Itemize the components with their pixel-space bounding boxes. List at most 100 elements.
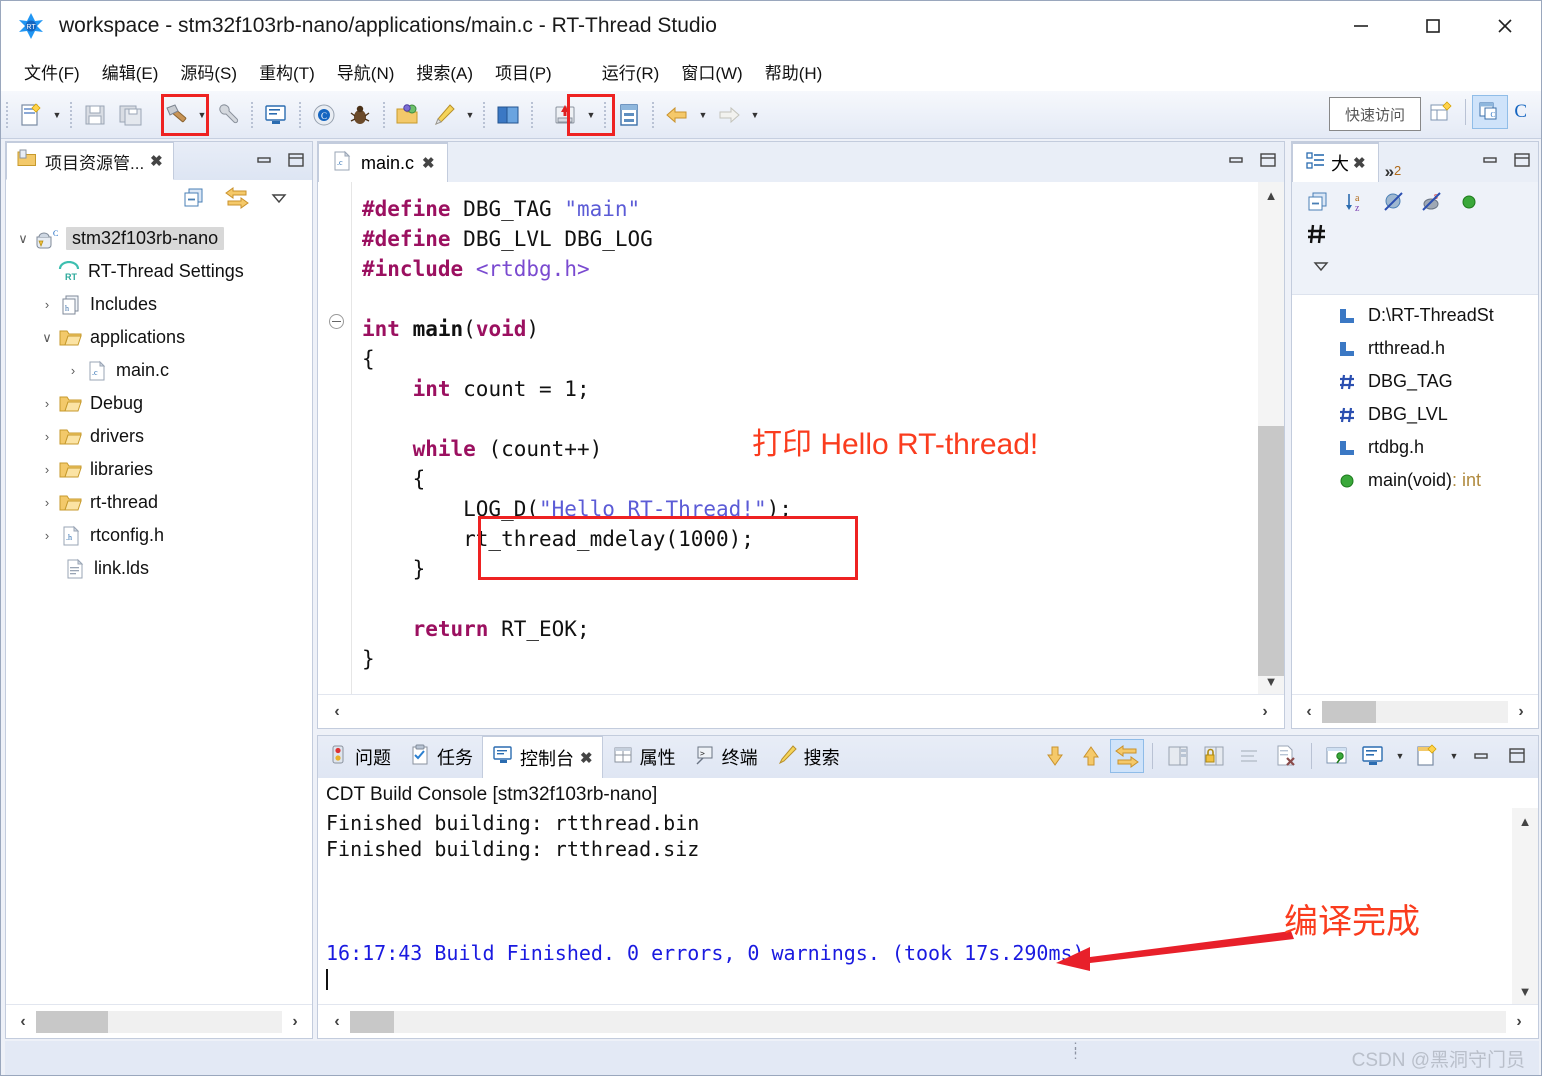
menu-refactor[interactable]: 重构(T) xyxy=(248,56,326,87)
save-all-icon[interactable] xyxy=(114,98,148,132)
console-vertical-scrollbar[interactable]: ▲ ▼ xyxy=(1512,808,1538,1004)
scroll-up-icon[interactable]: ▲ xyxy=(1512,808,1538,834)
maximize-icon[interactable] xyxy=(1500,739,1534,773)
console-horizontal-scrollbar[interactable]: ‹ › xyxy=(318,1004,1538,1038)
close-icon[interactable]: ✖ xyxy=(150,152,163,170)
scroll-track[interactable] xyxy=(350,1010,1506,1033)
build-dropdown-icon[interactable]: ▼ xyxy=(194,98,210,132)
overflow-tabs[interactable]: » 2 xyxy=(1379,162,1408,182)
hide-nonpublic-icon[interactable] xyxy=(1458,191,1480,218)
editor-horizontal-scrollbar[interactable]: ‹ › xyxy=(318,694,1284,728)
scroll-track[interactable] xyxy=(36,1010,282,1033)
clear-console-icon[interactable] xyxy=(1161,739,1195,773)
tab-terminal[interactable]: > 终端 xyxy=(685,736,767,778)
scroll-track[interactable] xyxy=(1258,208,1284,676)
tree-item-libraries[interactable]: › libraries xyxy=(6,453,312,486)
scroll-track[interactable] xyxy=(350,700,1252,723)
maximize-icon[interactable] xyxy=(1512,150,1532,175)
close-button[interactable] xyxy=(1469,1,1541,51)
download-flash-icon[interactable] xyxy=(548,98,582,132)
editor-gutter[interactable] xyxy=(318,182,352,694)
wrench-icon[interactable] xyxy=(211,98,245,132)
tab-tasks[interactable]: 任务 xyxy=(400,736,482,778)
tree-item-includes[interactable]: › h Includes xyxy=(6,288,312,321)
outline-item-dbg-tag[interactable]: DBG_TAG xyxy=(1292,365,1538,398)
tab-search[interactable]: 搜索 xyxy=(767,736,849,778)
clear-all-icon[interactable] xyxy=(1233,739,1267,773)
menu-help[interactable]: 帮助(H) xyxy=(754,56,834,87)
open-resource-icon[interactable] xyxy=(391,98,425,132)
console-icon[interactable] xyxy=(259,98,293,132)
tab-properties[interactable]: 属性 xyxy=(603,736,685,778)
tab-outline[interactable]: 大 ✖ xyxy=(1292,142,1379,182)
close-icon[interactable]: ✖ xyxy=(422,154,435,172)
maximize-button[interactable] xyxy=(1397,1,1469,51)
chevron-right-icon[interactable]: › xyxy=(36,462,58,477)
view-menu-icon[interactable] xyxy=(1310,255,1332,282)
open-perspective-icon[interactable] xyxy=(1423,95,1459,129)
save-icon[interactable] xyxy=(78,98,112,132)
outline-item-rtdbg-h[interactable]: rtdbg.h xyxy=(1292,431,1538,464)
menu-window[interactable]: 窗口(W) xyxy=(670,56,753,87)
chevron-down-icon[interactable]: ∨ xyxy=(36,330,58,346)
menu-search[interactable]: 搜索(A) xyxy=(405,56,484,87)
new-console-icon[interactable] xyxy=(1410,739,1444,773)
book-icon[interactable] xyxy=(491,98,525,132)
chevron-down-icon[interactable]: ∨ xyxy=(12,231,34,247)
forward-arrow-icon[interactable] xyxy=(712,98,746,132)
scroll-up-icon[interactable]: ▲ xyxy=(1258,182,1284,208)
minimize-icon[interactable] xyxy=(254,150,274,175)
scroll-lock-icon[interactable] xyxy=(1110,739,1144,773)
outline-item-main-function[interactable]: main(void) : int xyxy=(1292,464,1538,497)
outline-item-rtthread-h[interactable]: rtthread.h xyxy=(1292,332,1538,365)
menu-file[interactable]: 文件(F) xyxy=(13,56,91,87)
collapse-all-icon[interactable] xyxy=(182,186,206,215)
hide-static-icon[interactable]: s xyxy=(1420,190,1444,219)
display-console-dropdown-icon[interactable]: ▼ xyxy=(1392,739,1408,773)
minimize-icon[interactable] xyxy=(1464,739,1498,773)
tree-item-rt-thread[interactable]: › rt-thread xyxy=(6,486,312,519)
link-with-editor-icon[interactable] xyxy=(224,185,250,216)
tab-problems[interactable]: 问题 xyxy=(318,736,400,778)
fold-collapse-icon[interactable] xyxy=(329,314,344,329)
quick-access-field[interactable]: 快速访问 xyxy=(1329,97,1421,131)
maximize-icon[interactable] xyxy=(1258,150,1278,175)
new-file-dropdown-icon[interactable]: ▼ xyxy=(49,98,65,132)
remove-console-icon[interactable] xyxy=(1269,739,1303,773)
scroll-left-icon[interactable]: ‹ xyxy=(1296,703,1322,721)
menu-project[interactable]: 项目(P) xyxy=(484,56,563,87)
tree-item-main-c[interactable]: › .c main.c xyxy=(6,354,312,387)
forward-dropdown-icon[interactable]: ▼ xyxy=(747,98,763,132)
tree-item-debug[interactable]: › Debug xyxy=(6,387,312,420)
display-console-icon[interactable] xyxy=(1356,739,1390,773)
back-arrow-icon[interactable] xyxy=(660,98,694,132)
scroll-left-icon[interactable]: ‹ xyxy=(324,703,350,721)
tab-main-c[interactable]: .c main.c ✖ xyxy=(318,142,448,182)
maximize-icon[interactable] xyxy=(286,150,306,175)
tree-item-rtconfig-h[interactable]: › .h rtconfig.h xyxy=(6,519,312,552)
close-icon[interactable]: ✖ xyxy=(580,749,593,767)
minimize-icon[interactable] xyxy=(1480,150,1500,175)
menu-run[interactable]: 运行(R) xyxy=(591,56,671,87)
tree-item-rt-thread-settings[interactable]: RT RT-Thread Settings xyxy=(6,255,312,288)
scroll-thumb[interactable] xyxy=(350,1010,394,1033)
hide-fields-icon[interactable] xyxy=(1382,190,1406,219)
code-content[interactable]: #define DBG_TAG "main" #define DBG_LVL D… xyxy=(352,182,1258,694)
hide-macros-icon[interactable] xyxy=(1306,222,1330,251)
close-icon[interactable]: ✖ xyxy=(1353,154,1366,172)
scroll-right-icon[interactable]: › xyxy=(1508,703,1534,721)
chevron-right-icon[interactable]: › xyxy=(36,396,58,411)
pencil-dropdown-icon[interactable]: ▼ xyxy=(462,98,478,132)
scroll-right-icon[interactable]: › xyxy=(282,1013,308,1031)
view-menu-icon[interactable] xyxy=(268,187,290,214)
chevron-right-icon[interactable]: › xyxy=(36,495,58,510)
minimize-icon[interactable] xyxy=(1226,150,1246,175)
lock-console-icon[interactable] xyxy=(1197,739,1231,773)
status-drag-handle[interactable]: ⋮ ⋮ xyxy=(1069,1041,1082,1060)
menu-source[interactable]: 源码(S) xyxy=(169,56,248,87)
scroll-down-icon[interactable]: ▼ xyxy=(1512,978,1538,1004)
register-icon[interactable] xyxy=(612,98,646,132)
outline-item-dbg-lvl[interactable]: DBG_LVL xyxy=(1292,398,1538,431)
scroll-down-icon[interactable] xyxy=(1038,739,1072,773)
scroll-track[interactable] xyxy=(1512,834,1538,978)
